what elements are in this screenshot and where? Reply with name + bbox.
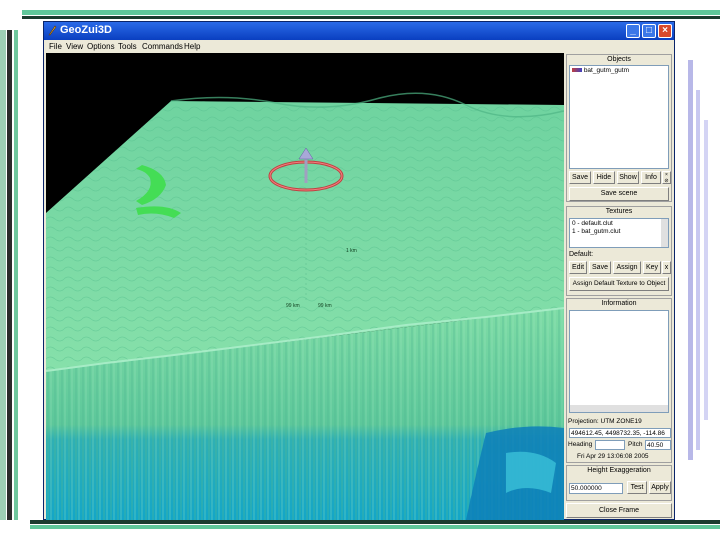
texture-item[interactable]: 0 - default.clut — [572, 220, 613, 227]
window-title: GeoZui3D — [60, 24, 112, 36]
slide-deco-bar-top — [22, 10, 720, 15]
menu-help[interactable]: Help — [184, 42, 200, 51]
3d-viewport[interactable]: 1 km 99 km 99 km — [46, 53, 564, 520]
objects-group: Objects bat_gutm_gutm Save Hide Show Inf… — [566, 54, 672, 202]
object-icon — [572, 68, 582, 73]
maximize-button[interactable]: □ — [642, 24, 656, 38]
information-scrollbar[interactable] — [570, 405, 668, 412]
slide-deco-bar-right3 — [704, 120, 708, 420]
object-item[interactable]: bat_gutm_gutm — [572, 67, 629, 74]
height-apply-button[interactable]: Apply — [649, 481, 671, 494]
height-test-button[interactable]: Test — [627, 481, 647, 494]
texture-item[interactable]: 1 - bat_gutm.clut — [572, 228, 620, 235]
close-frame-button[interactable]: Close Frame — [566, 503, 672, 518]
app-window: GeoZui3D _ □ × File View Options Tools C… — [43, 21, 675, 520]
scene-label-depth: 1 km — [346, 248, 357, 254]
slide-deco-bar-left3 — [14, 30, 18, 520]
pitch-label: Pitch — [628, 441, 643, 448]
projection-label: Projection: UTM ZONE19 — [568, 418, 642, 425]
object-extra-button[interactable]: × ⊘ — [662, 171, 671, 184]
information-group: Information Projection: UTM ZONE19 49461… — [566, 298, 672, 463]
save-scene-button[interactable]: Save scene — [569, 187, 669, 201]
textures-group: Textures 0 - default.clut 1 - bat_gutm.c… — [566, 206, 672, 296]
slide-deco-bar-left — [0, 30, 6, 520]
slide-deco-bar-bottom2 — [30, 525, 720, 529]
control-panel: Objects bat_gutm_gutm Save Hide Show Inf… — [565, 53, 673, 520]
object-hide-button[interactable]: Hide — [593, 171, 615, 184]
menu-bar: File View Options Tools Commands Help — [44, 40, 674, 54]
slide-deco-bar-top2 — [22, 16, 720, 19]
pitch-field[interactable]: 40.50 — [645, 440, 671, 450]
texture-key-button[interactable]: Key — [643, 261, 661, 274]
menu-options[interactable]: Options — [87, 42, 115, 51]
heading-label: Heading — [568, 441, 593, 448]
textures-header: Textures — [605, 208, 633, 215]
objects-header: Objects — [607, 56, 631, 63]
menu-file[interactable]: File — [49, 42, 62, 51]
slide-deco-bar-right — [688, 60, 693, 460]
menu-view[interactable]: View — [66, 42, 83, 51]
slide-deco-bar-bottom — [30, 520, 720, 524]
coordinates-field[interactable]: 494612.45, 4498732.35, -114.86 — [569, 428, 671, 438]
slide-deco-bar-left2 — [7, 30, 12, 520]
texture-close-button[interactable]: x — [662, 261, 671, 274]
close-button[interactable]: × — [658, 24, 672, 38]
assign-default-texture-button[interactable]: Assign Default Texture to Object — [569, 277, 669, 291]
object-info-button[interactable]: Info — [641, 171, 661, 184]
information-text-area — [569, 310, 669, 413]
heading-field[interactable] — [595, 440, 625, 450]
slide-deco-bar-right2 — [696, 90, 700, 450]
scene-label-x: 99 km — [286, 303, 300, 309]
objects-list[interactable]: bat_gutm_gutm — [569, 65, 669, 169]
texture-save-button[interactable]: Save — [589, 261, 611, 274]
minimize-button[interactable]: _ — [626, 24, 640, 38]
object-item-label: bat_gutm_gutm — [583, 67, 629, 74]
textures-scrollbar[interactable] — [661, 219, 668, 247]
height-exaggeration-input[interactable]: 50.000000 — [569, 483, 623, 494]
menu-tools[interactable]: Tools — [118, 42, 137, 51]
texture-edit-button[interactable]: Edit — [569, 261, 587, 274]
terrain-render — [46, 53, 564, 520]
default-label: Default: — [569, 251, 594, 258]
object-show-button[interactable]: Show — [617, 171, 639, 184]
app-icon — [48, 25, 57, 36]
textures-list[interactable]: 0 - default.clut 1 - bat_gutm.clut — [569, 218, 669, 248]
height-header: Height Exaggeration — [587, 467, 651, 474]
scene-label-y: 99 km — [318, 303, 332, 309]
texture-assign-button[interactable]: Assign — [613, 261, 641, 274]
object-save-button[interactable]: Save — [569, 171, 591, 184]
datetime-label: Fri Apr 29 13:06:08 2005 — [577, 453, 649, 460]
title-bar[interactable]: GeoZui3D _ □ × — [44, 22, 674, 40]
menu-commands[interactable]: Commands — [142, 42, 183, 51]
height-group: Height Exaggeration 50.000000 Test Apply — [566, 465, 672, 501]
information-header: Information — [601, 300, 637, 307]
